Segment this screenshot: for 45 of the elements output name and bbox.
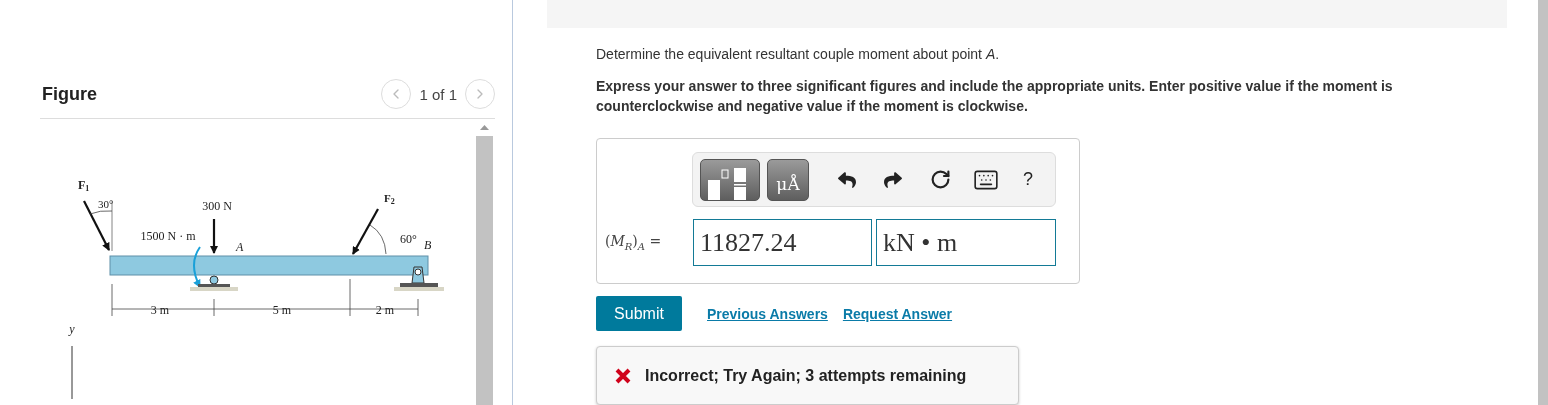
figure-label: F$_{1}$	[78, 178, 90, 193]
angle-arc	[369, 224, 387, 255]
reset-icon	[930, 169, 951, 190]
figure-label: A	[236, 240, 244, 254]
figure-label: 5 m	[272, 303, 292, 317]
value-field[interactable]: 11827.24	[693, 219, 872, 266]
scroll-up-icon[interactable]	[480, 125, 489, 130]
instructions-text: Express your answer to three significant figures and include the appropriate units. Enter positive value if the moment is counterclockwise and negative value if the moment is clockwise.	[596, 77, 1394, 116]
submit-button[interactable]: Submit	[596, 296, 682, 331]
cross-icon	[615, 367, 631, 384]
undo-icon	[838, 170, 856, 189]
help-button[interactable]: ?	[1023, 169, 1033, 190]
page-scrollbar[interactable]	[1538, 0, 1548, 405]
roller-support	[190, 275, 238, 291]
scrollbar-thumb[interactable]	[476, 136, 493, 405]
reference-line	[111, 200, 113, 252]
figure-label: 300 N	[202, 199, 232, 213]
undo-button[interactable]	[838, 170, 856, 189]
force-arrow	[352, 208, 379, 255]
units-field[interactable]: kN • m	[876, 219, 1056, 266]
pin-support	[394, 266, 444, 291]
figure-label: 3 m	[150, 303, 170, 317]
answer-link[interactable]: Previous Answers	[707, 305, 828, 322]
symbols-button[interactable]: μÅ	[767, 158, 809, 201]
figure-label: 30°	[98, 198, 114, 210]
redo-icon	[884, 170, 902, 189]
templates-button[interactable]	[700, 158, 760, 201]
figure-label: F$_{2}$	[384, 192, 395, 206]
figure-label: 1500 N · m	[140, 229, 196, 243]
page-indicator: 1 of 1	[419, 85, 457, 103]
figure-label: 2 m	[375, 303, 395, 317]
force-arrow	[210, 219, 218, 254]
axis-line	[71, 345, 73, 399]
answer-label: (M$_{R}$)$_{A}$ =	[605, 233, 663, 252]
reset-button[interactable]	[930, 169, 951, 190]
question-text: Determine the equivalent resultant couple moment about point A.	[596, 45, 1001, 64]
angle-arc	[89, 210, 113, 215]
couple-moment-arrow	[193, 246, 201, 288]
figure-label: y	[69, 322, 75, 336]
figure-title: Figure	[42, 83, 97, 105]
redo-button[interactable]	[884, 170, 902, 189]
figure-label: 60°	[400, 232, 417, 246]
answer-link[interactable]: Request Answer	[842, 305, 953, 322]
feedback-text: Incorrect; Try Again; 3 attempts remaining	[645, 366, 967, 385]
figure-label: B	[424, 238, 432, 252]
